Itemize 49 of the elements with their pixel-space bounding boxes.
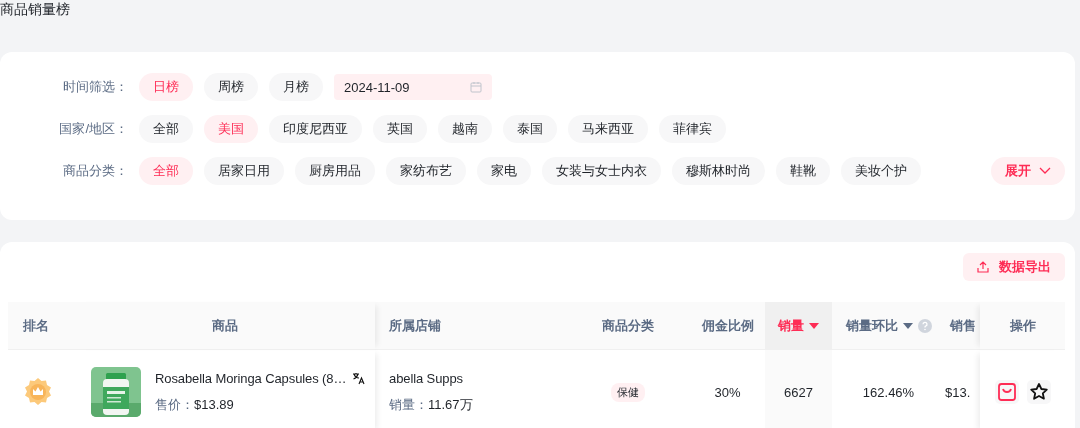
page-title: 商品销量榜: [0, 0, 71, 18]
filter-chip[interactable]: 英国: [373, 115, 427, 143]
filter-chip[interactable]: 穆斯林时尚: [672, 157, 765, 185]
upload-icon: [977, 261, 989, 273]
translate-icon[interactable]: [352, 371, 366, 385]
column-header: 操作: [980, 302, 1065, 350]
revenue-cell: $13.: [945, 384, 971, 400]
store-sales-value: 11.67万: [428, 396, 473, 412]
filter-chip[interactable]: 居家日用: [204, 157, 284, 185]
product-name[interactable]: Rosabella Moringa Capsules (8…: [155, 370, 347, 386]
filter-chip[interactable]: 周榜: [204, 73, 258, 101]
filter-chip[interactable]: 菲律宾: [659, 115, 726, 143]
sort-caret-icon[interactable]: [809, 322, 819, 329]
filter-label: 时间筛选：: [62, 78, 128, 96]
growth-cell: 162.46%: [862, 384, 915, 400]
filter-chip[interactable]: 美妆个护: [841, 157, 921, 185]
column-header: 所属店铺: [375, 302, 565, 350]
category-tag: 保健: [610, 382, 645, 402]
filter-chip[interactable]: 家电: [477, 157, 531, 185]
store-sales-label: 销量：: [389, 396, 428, 412]
filter-chip[interactable]: 越南: [438, 115, 492, 143]
filter-chip[interactable]: 泰国: [503, 115, 557, 143]
filter-chip[interactable]: 厨房用品: [295, 157, 375, 185]
column-header: 排名: [8, 302, 75, 350]
filter-chip[interactable]: 月榜: [269, 73, 323, 101]
filter-chip[interactable]: 全部: [139, 115, 193, 143]
filter-chip[interactable]: 印度尼西亚: [269, 115, 362, 143]
chevron-down-icon: [1039, 167, 1051, 175]
shopping-bag-icon[interactable]: [994, 380, 1019, 404]
sort-caret-icon[interactable]: [902, 322, 913, 329]
filter-chip[interactable]: 鞋靴: [776, 157, 830, 185]
column-header: 商品: [75, 302, 375, 350]
column-header: 佣金比例: [690, 302, 765, 350]
column-header: 商品分类: [565, 302, 690, 350]
filter-chip[interactable]: 马来西亚: [568, 115, 648, 143]
store-name[interactable]: abella Supps: [389, 370, 473, 386]
date-field[interactable]: 2024-11-09: [334, 74, 492, 100]
price-value: $13.89: [194, 396, 234, 412]
calendar-icon: [470, 81, 482, 93]
commission-cell: 30%: [714, 384, 741, 400]
sales-cell: 6627: [784, 384, 813, 400]
column-header: 销售: [945, 302, 980, 350]
price-label: 售价：: [155, 396, 194, 412]
filter-chip[interactable]: 家纺布艺: [386, 157, 466, 185]
medal-icon: [23, 377, 53, 407]
filter-chip[interactable]: 女装与女士内衣: [542, 157, 661, 185]
filter-label: 国家/地区：: [58, 120, 128, 138]
filter-label: 商品分类：: [62, 162, 128, 180]
column-header[interactable]: 销量环比: [832, 302, 945, 350]
